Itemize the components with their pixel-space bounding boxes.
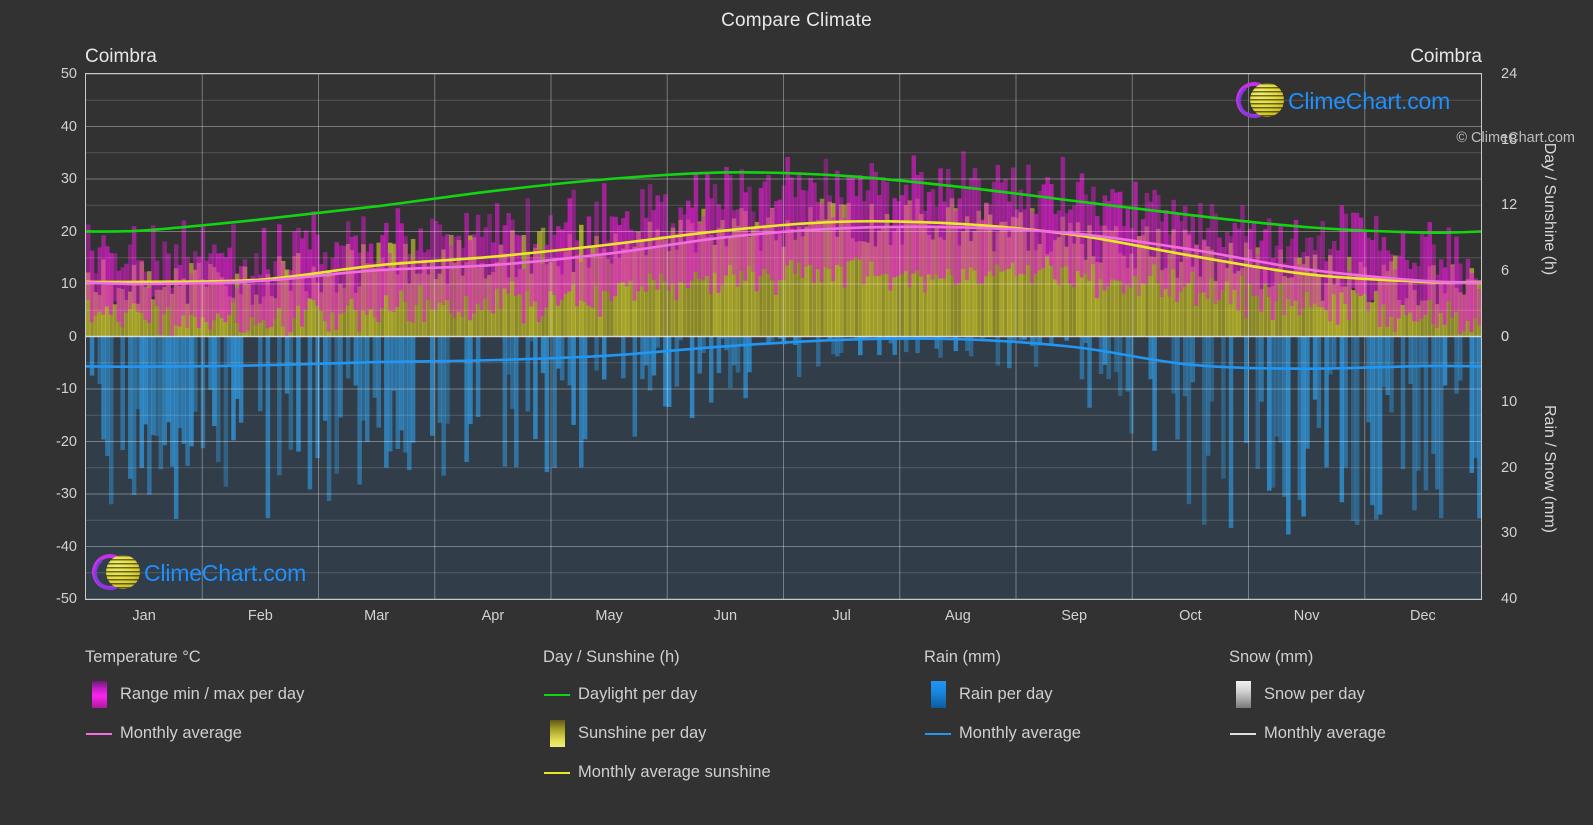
legend-swatch [543, 771, 571, 774]
legend-group-title: Temperature °C [85, 648, 201, 666]
legend-item-label: Snow per day [1264, 685, 1365, 703]
legend-item[interactable]: Daylight per day [543, 681, 771, 708]
legend-swatch [543, 720, 571, 747]
y-tick-left: 40 [60, 118, 77, 135]
legend-item-label: Monthly average [1264, 724, 1386, 742]
x-tick-sep: Sep [1061, 608, 1088, 624]
legend-item-label: Monthly average [120, 724, 242, 742]
y-tick-right-rainsnow: 0 [1501, 328, 1510, 345]
x-tick-apr: Apr [481, 608, 505, 624]
x-tick-feb: Feb [247, 608, 273, 624]
legend-item[interactable]: Monthly average sunshine [543, 759, 771, 786]
y-tick-right-rainsnow: 30 [1501, 525, 1518, 542]
chart-legend: Temperature °C Range min / max per day Mon… [0, 648, 1593, 808]
climechart-logo-text-bottom: ClimeChart.com [144, 559, 307, 586]
legend-item-label: Sunshine per day [578, 724, 707, 742]
x-tick-jun: Jun [713, 608, 738, 624]
legend-item[interactable]: Rain per day [924, 681, 1081, 708]
swatch-snow [1235, 681, 1251, 708]
swatch-sunshine [549, 720, 565, 747]
plot-area[interactable] [85, 73, 1482, 600]
x-tick-dec: Dec [1409, 608, 1436, 624]
y-tick-right-rainsnow: 10 [1501, 394, 1518, 411]
location-label-right: Coimbra [1410, 46, 1482, 67]
y-tick-left: -30 [56, 486, 77, 502]
legend-item-label: Range min / max per day [120, 685, 305, 703]
legend-group-day-sunshine-h: Day / Sunshine (h) Daylight per day Sunshi… [543, 648, 771, 798]
swatch-rain [930, 681, 946, 708]
legend-item[interactable]: Monthly average [85, 720, 304, 747]
legend-group-temperature-c: Temperature °C Range min / max per day Mon… [85, 648, 304, 759]
y-tick-right-rainsnow: 40 [1501, 591, 1518, 607]
swatch-line-snow [1230, 732, 1256, 735]
legend-swatch [924, 732, 952, 735]
legend-swatch [85, 732, 113, 735]
y-tick-left: 10 [60, 276, 77, 292]
y-tick-left: -40 [56, 538, 77, 555]
location-label-left: Coimbra [85, 46, 157, 67]
x-tick-may: May [595, 608, 623, 624]
y-axis-right-top-title: Day / Sunshine (h) [1541, 142, 1558, 276]
legend-group-rain-mm: Rain (mm) Rain per day Monthly average [924, 648, 1081, 759]
swatch-line-rain [925, 732, 951, 735]
x-tick-jul: Jul [832, 608, 851, 624]
legend-item-label: Monthly average [959, 724, 1081, 742]
swatch-line-sunshine [544, 771, 570, 774]
legend-group-title: Rain (mm) [924, 648, 1001, 666]
climechart-globe-icon [1232, 78, 1284, 122]
climate-chart-page: Compare Climate Coimbra Coimbra Temperat… [0, 0, 1593, 825]
legend-item[interactable]: Monthly average [1229, 720, 1386, 747]
y-tick-left: 30 [60, 171, 77, 187]
y-axis-left-title: Temperature °C [0, 221, 1, 333]
legend-swatch [85, 681, 113, 708]
legend-item-label: Daylight per day [578, 685, 698, 703]
legend-item[interactable]: Snow per day [1229, 681, 1386, 708]
legend-swatch [1229, 681, 1257, 708]
y-axis-right-bottom-title: Rain / Snow (mm) [1541, 404, 1558, 534]
y-tick-right-daysun: 6 [1501, 262, 1510, 279]
y-tick-right-daysun: 12 [1501, 197, 1518, 214]
copyright-text: © ClimeChart.com [1456, 130, 1575, 146]
legend-group-title: Day / Sunshine (h) [543, 648, 680, 666]
climechart-logo-bottom: ClimeChart.com [88, 550, 307, 594]
legend-swatch [543, 693, 571, 696]
legend-item-label: Monthly average sunshine [578, 763, 771, 781]
swatch-temperature-range [91, 681, 107, 708]
y-tick-left: 20 [60, 223, 77, 240]
legend-swatch [924, 681, 952, 708]
legend-item[interactable]: Monthly average [924, 720, 1081, 747]
x-tick-oct: Oct [1179, 608, 1202, 624]
legend-item[interactable]: Sunshine per day [543, 720, 771, 747]
y-tick-right-daysun: 24 [1501, 66, 1518, 82]
legend-group-title: Snow (mm) [1229, 648, 1314, 666]
y-tick-left: 50 [60, 66, 77, 82]
x-tick-nov: Nov [1293, 608, 1320, 624]
y-tick-left: -20 [56, 433, 77, 450]
legend-item-label: Rain per day [959, 685, 1053, 703]
climechart-globe-icon [88, 550, 140, 594]
y-tick-right-rainsnow: 20 [1501, 459, 1518, 476]
y-tick-left: 0 [68, 328, 77, 345]
y-tick-left: -50 [56, 591, 77, 607]
climechart-logo-top: ClimeChart.com [1232, 78, 1451, 122]
swatch-line-daylight [544, 693, 570, 696]
swatch-line-temperature [86, 732, 112, 735]
x-tick-mar: Mar [364, 608, 390, 624]
y-tick-left: -10 [56, 381, 77, 397]
chart-canvas [86, 74, 1481, 599]
page-title: Compare Climate [721, 10, 872, 31]
x-tick-jan: Jan [132, 608, 156, 624]
climechart-logo-text-top: ClimeChart.com [1288, 87, 1451, 114]
legend-group-snow-mm: Snow (mm) Snow per day Monthly average [1229, 648, 1386, 759]
x-tick-aug: Aug [944, 608, 971, 624]
legend-item[interactable]: Range min / max per day [85, 681, 304, 708]
legend-swatch [1229, 732, 1257, 735]
